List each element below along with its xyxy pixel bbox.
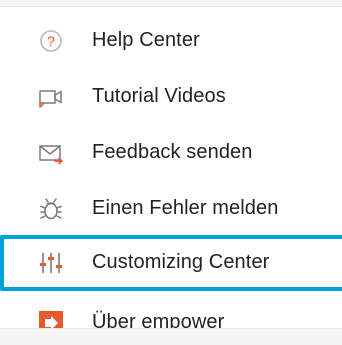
help-menu: ? Help Center Tutorial Videos Feedback s… [0,0,342,345]
video-camera-icon [39,90,62,108]
menu-item-tutorial-videos[interactable]: Tutorial Videos [0,69,342,125]
menu-item-label: Customizing Center [92,251,270,274]
feedback-envelope-icon [39,145,63,165]
svg-text:?: ? [47,33,55,49]
menu-item-help-center[interactable]: ? Help Center [0,13,342,69]
help-circle-icon: ? [40,30,62,52]
menu-bottom-edge [0,328,342,345]
menu-item-report-bug[interactable]: Einen Fehler melden [0,181,342,237]
menu-item-customizing-center[interactable]: Customizing Center [0,235,342,291]
menu-item-label: Einen Fehler melden [92,197,279,220]
sliders-icon [40,253,62,273]
menu-item-feedback[interactable]: Feedback senden [0,125,342,181]
menu-top-edge [0,0,342,7]
menu-item-label: Feedback senden [92,141,253,164]
menu-item-label: Help Center [92,29,200,52]
menu-item-label: Tutorial Videos [92,85,226,108]
bug-icon [40,198,62,220]
